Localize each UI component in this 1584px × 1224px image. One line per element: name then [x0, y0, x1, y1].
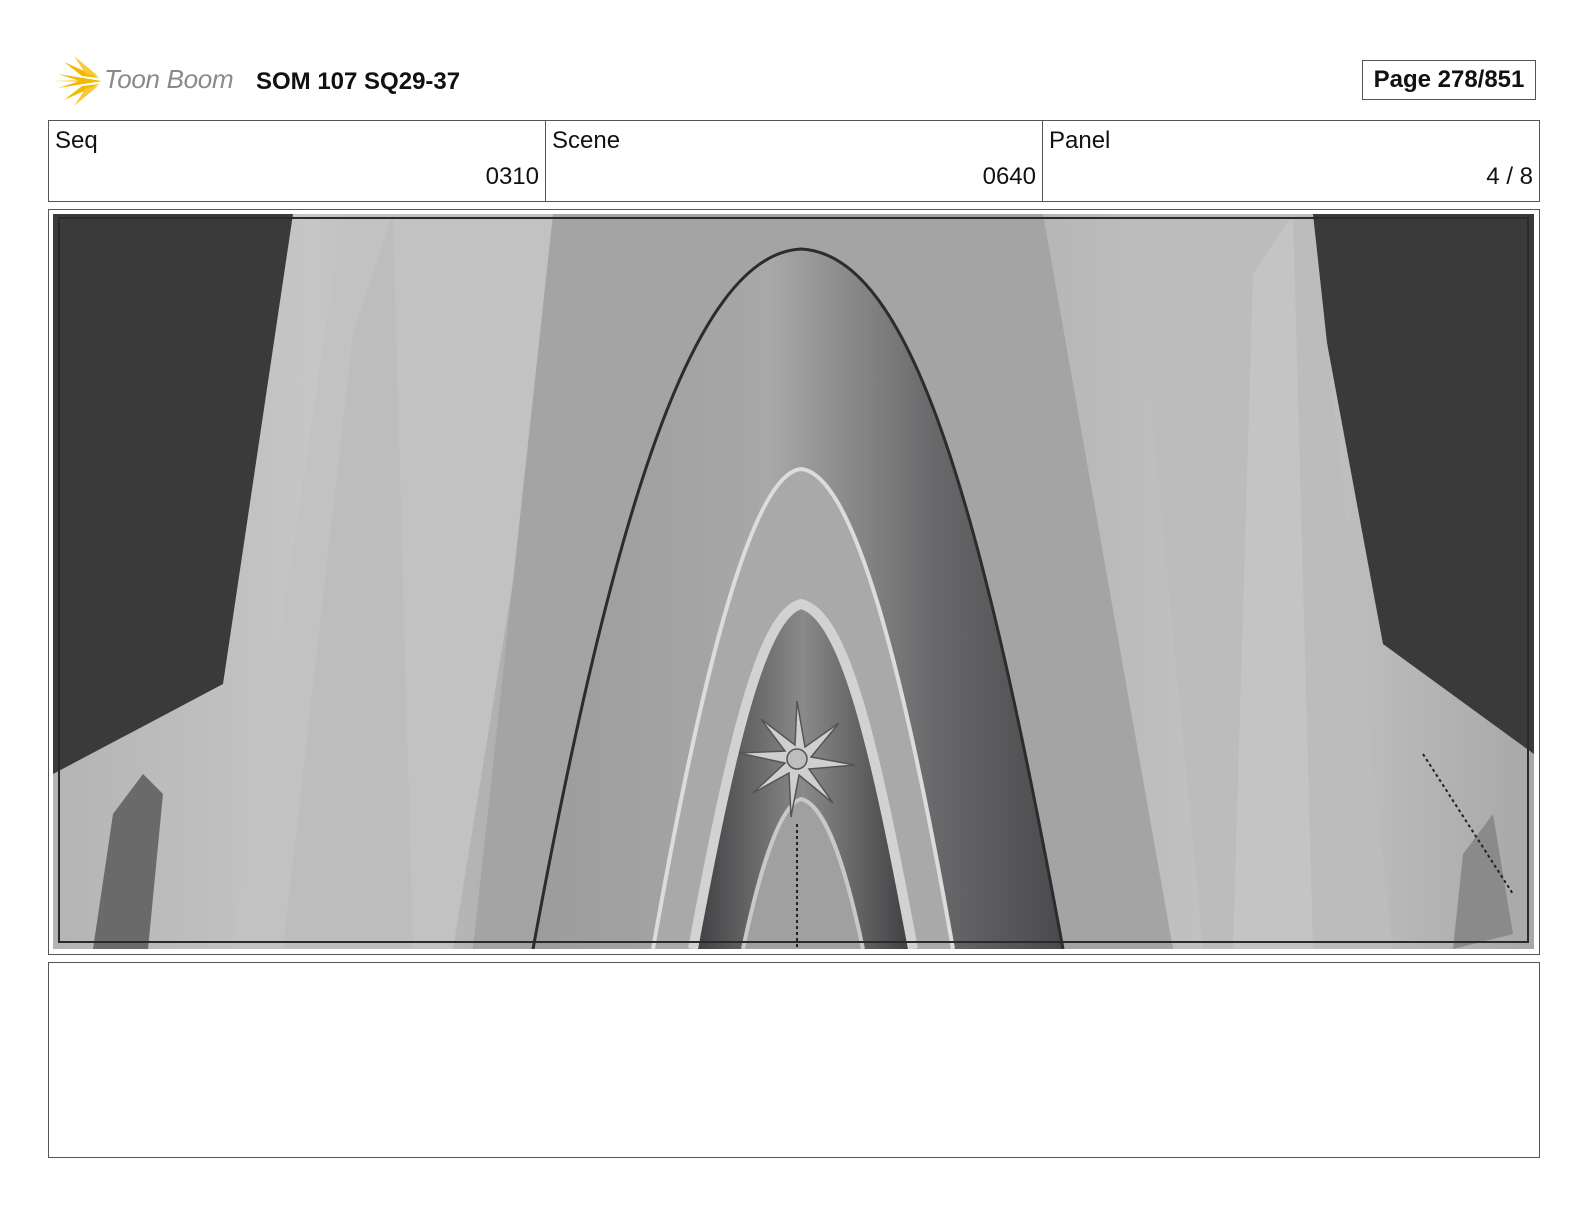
panel-cell: Panel 4 / 8 [1043, 121, 1539, 201]
seq-cell: Seq 0310 [49, 121, 546, 201]
seq-label: Seq [55, 127, 98, 154]
panel-drawing [53, 214, 1534, 949]
notes-box [48, 962, 1540, 1158]
logo-text: Toon Boom [104, 64, 234, 94]
scene-cell: Scene 0640 [546, 121, 1043, 201]
toon-boom-logo: Toon Boom [52, 56, 242, 106]
page-header: Toon Boom SOM 107 SQ29-37 Page 278/851 [52, 56, 1540, 106]
scene-value: 0640 [982, 163, 1036, 190]
storyboard-panel-image [53, 214, 1534, 949]
page-indicator: Page 278/851 [1362, 60, 1536, 100]
document-title: SOM 107 SQ29-37 [256, 68, 461, 95]
panel-label: Panel [1049, 127, 1111, 154]
info-table: Seq 0310 Scene 0640 Panel 4 / 8 [48, 120, 1540, 202]
storyboard-panel-frame [48, 209, 1540, 955]
seq-value: 0310 [485, 163, 539, 190]
panel-value: 4 / 8 [1486, 163, 1533, 190]
sunburst-icon [52, 56, 102, 106]
scene-label: Scene [552, 127, 621, 154]
